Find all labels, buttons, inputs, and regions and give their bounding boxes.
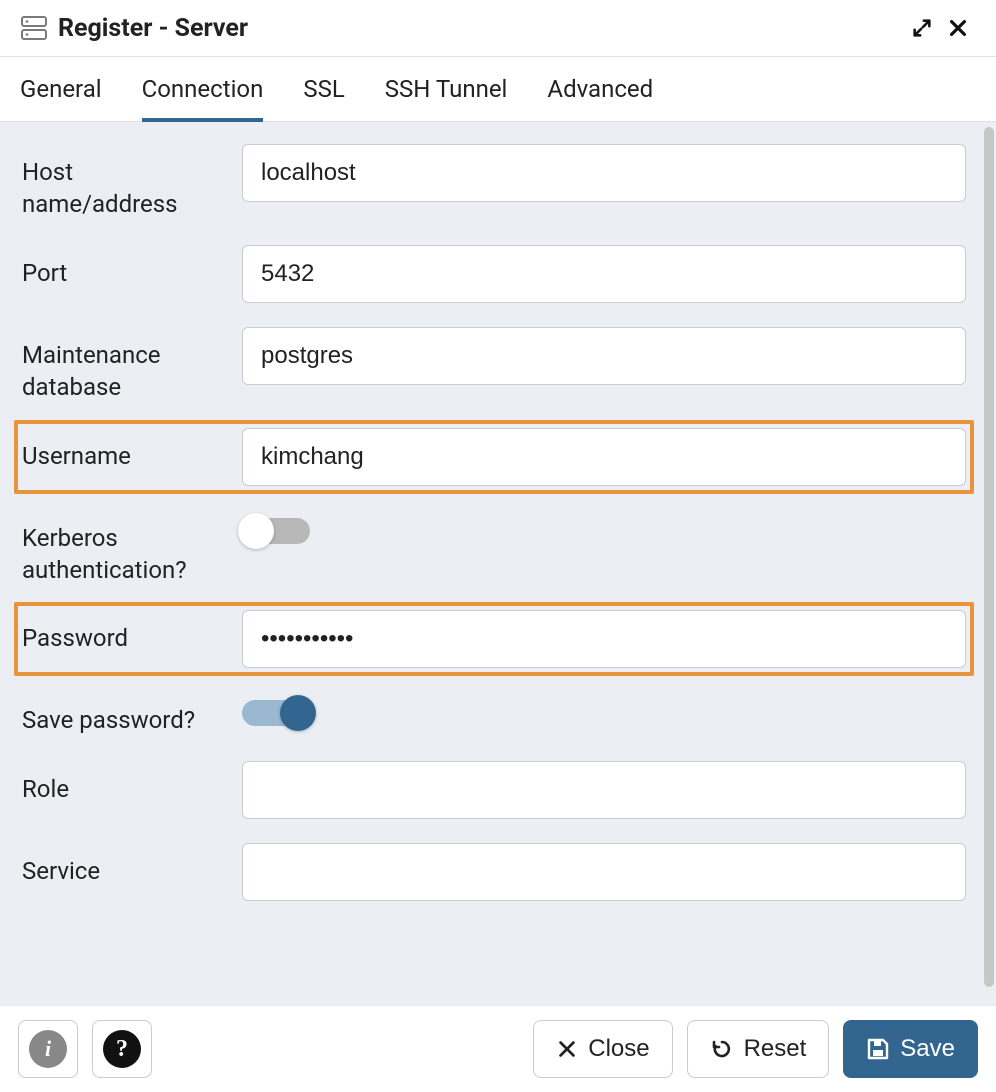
save-password-toggle[interactable] [242, 700, 314, 726]
label-role: Role [22, 761, 242, 805]
label-password: Password [22, 610, 242, 654]
label-username: Username [22, 428, 242, 472]
row-host: Host name/address [14, 136, 974, 229]
form-body: Host name/address Port Maintenance datab… [0, 122, 996, 1005]
tab-ssh-tunnel[interactable]: SSH Tunnel [385, 57, 508, 121]
row-password: Password [14, 602, 974, 676]
maintenance-db-input[interactable] [242, 327, 966, 385]
label-port: Port [22, 245, 242, 289]
close-x-icon [556, 1038, 578, 1060]
username-input[interactable] [242, 428, 966, 486]
label-service: Service [22, 843, 242, 887]
register-server-dialog: Register - Server General Connection SSL… [0, 0, 996, 1092]
row-port: Port [14, 237, 974, 311]
row-save-password: Save password? [14, 684, 974, 744]
close-icon[interactable] [940, 10, 976, 46]
label-host: Host name/address [22, 144, 242, 221]
host-input[interactable] [242, 144, 966, 202]
tab-ssl[interactable]: SSL [303, 57, 344, 121]
expand-icon[interactable] [904, 10, 940, 46]
dialog-footer: i ? Close Reset Save [0, 1005, 996, 1092]
role-input[interactable] [242, 761, 966, 819]
dialog-header: Register - Server [0, 0, 996, 57]
port-input[interactable] [242, 245, 966, 303]
save-button[interactable]: Save [843, 1020, 978, 1078]
row-service: Service [14, 835, 974, 909]
tab-advanced[interactable]: Advanced [547, 57, 653, 121]
reset-button-label: Reset [744, 1035, 807, 1063]
tab-connection[interactable]: Connection [142, 57, 264, 121]
row-role: Role [14, 753, 974, 827]
info-button[interactable]: i [18, 1020, 78, 1078]
row-kerberos: Kerberos authentication? [14, 502, 974, 595]
kerberos-toggle[interactable] [242, 518, 314, 544]
dialog-title: Register - Server [58, 14, 904, 43]
help-button[interactable]: ? [92, 1020, 152, 1078]
tab-bar: General Connection SSL SSH Tunnel Advanc… [0, 57, 996, 122]
close-button-label: Close [588, 1035, 649, 1063]
server-icon [20, 15, 48, 41]
password-input[interactable] [242, 610, 966, 668]
save-icon [866, 1037, 890, 1061]
save-button-label: Save [900, 1035, 955, 1063]
reset-button[interactable]: Reset [687, 1020, 830, 1078]
label-maintenance-db: Maintenance database [22, 327, 242, 404]
label-save-password: Save password? [22, 692, 242, 736]
tab-general[interactable]: General [20, 57, 102, 121]
info-icon: i [29, 1030, 67, 1068]
row-maintenance-db: Maintenance database [14, 319, 974, 412]
service-input[interactable] [242, 843, 966, 901]
row-username: Username [14, 420, 974, 494]
scrollbar[interactable] [984, 127, 994, 987]
label-kerberos: Kerberos authentication? [22, 510, 242, 587]
help-icon: ? [103, 1030, 141, 1068]
reset-icon [710, 1037, 734, 1061]
close-button[interactable]: Close [533, 1020, 672, 1078]
